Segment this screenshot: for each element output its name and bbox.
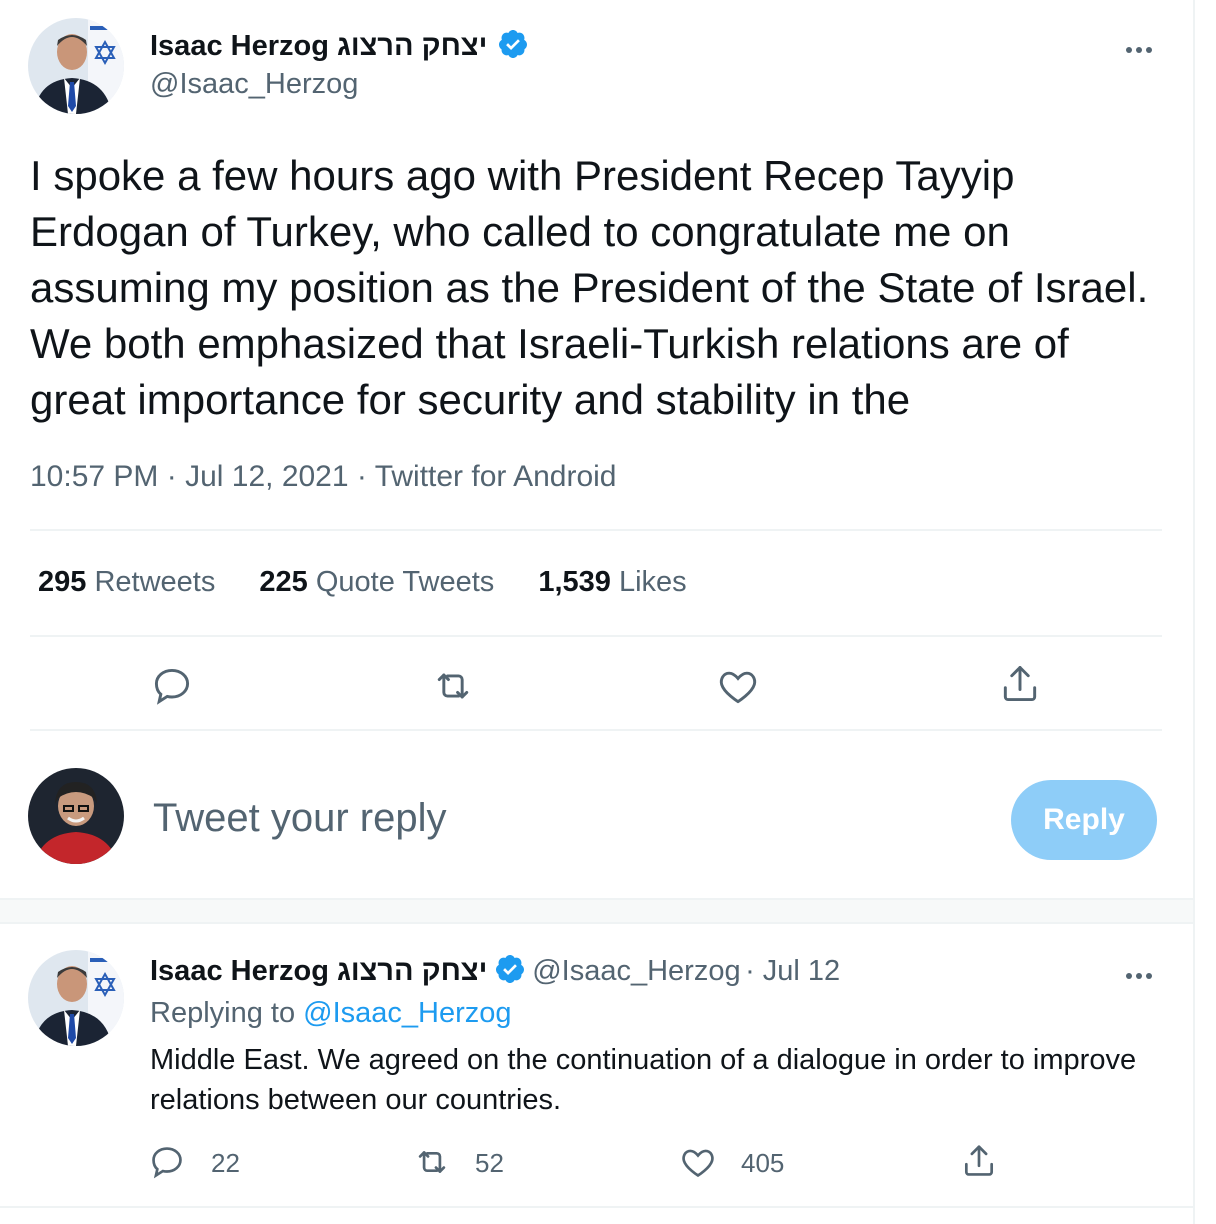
likes-label: Likes <box>618 566 687 598</box>
tweet-source[interactable]: Twitter for Android <box>375 460 617 493</box>
share-icon[interactable] <box>998 662 1042 706</box>
tweet-meta: 10:57 PM · Jul 12, 2021 · Twitter for An… <box>30 460 617 493</box>
reply-count: 22 <box>211 1148 240 1178</box>
verified-badge-icon <box>499 30 528 58</box>
thread-tweet-text: Middle East. We agreed on the continuati… <box>150 1044 1137 1116</box>
author-name-text: Isaac Herzog יצחק הרצוג <box>150 30 488 62</box>
replying-to-label: Replying to <box>150 997 296 1029</box>
more-icon[interactable] <box>1124 966 1164 986</box>
retweets-label: Retweets <box>94 566 216 598</box>
author-handle[interactable]: @Isaac_Herzog <box>150 68 358 101</box>
likes-stat[interactable]: 1,539 Likes <box>538 566 686 599</box>
share-icon[interactable] <box>960 1142 998 1180</box>
replying-to-link[interactable]: @Isaac_Herzog <box>303 997 511 1029</box>
section-separator <box>0 898 1193 924</box>
retweet-count: 52 <box>475 1148 504 1178</box>
retweet-icon[interactable] <box>430 664 476 708</box>
author-avatar[interactable] <box>28 18 124 114</box>
reply-button[interactable]: Reply <box>1011 780 1157 860</box>
tweet-stats: 295 Retweets 225 Quote Tweets 1,539 Like… <box>38 566 723 599</box>
divider <box>30 635 1162 637</box>
tweet-date[interactable]: Jul 12, 2021 <box>185 460 348 493</box>
retweets-count: 295 <box>38 566 87 598</box>
tweet-time[interactable]: 10:57 PM <box>30 460 158 493</box>
more-icon[interactable] <box>1124 40 1164 60</box>
divider <box>30 529 1162 531</box>
reply-input[interactable]: Tweet your reply <box>153 796 446 841</box>
quotes-stat[interactable]: 225 Quote Tweets <box>259 566 494 599</box>
retweets-stat[interactable]: 295 Retweets <box>38 566 215 599</box>
user-avatar[interactable] <box>28 768 124 864</box>
thread-date[interactable]: · Jul 12 <box>745 955 840 987</box>
replying-to: Replying to @Isaac_Herzog <box>150 997 512 1030</box>
reply-icon[interactable] <box>148 1143 186 1181</box>
quotes-count: 225 <box>259 566 308 598</box>
reply-icon[interactable] <box>150 664 194 708</box>
like-icon[interactable] <box>678 1143 718 1181</box>
verified-badge-icon <box>495 955 524 983</box>
like-icon[interactable] <box>715 664 761 708</box>
tweet-text: I spoke a few hours ago with President R… <box>30 152 1149 423</box>
thread-author-handle[interactable]: @Isaac_Herzog <box>532 955 740 987</box>
divider <box>30 729 1162 731</box>
like-count: 405 <box>741 1148 785 1178</box>
tweet-detail-panel: Isaac Herzog יצחק הרצוג @Isaac_Herzog I … <box>0 0 1195 1224</box>
divider <box>0 1206 1193 1208</box>
quotes-label: Quote Tweets <box>315 566 495 598</box>
author-name[interactable]: Isaac Herzog יצחק הרצוג <box>150 28 529 63</box>
thread-header: Isaac Herzog יצחק הרצוג @Isaac_Herzog · … <box>150 953 840 988</box>
retweet-icon[interactable] <box>412 1143 452 1181</box>
thread-author-avatar[interactable] <box>28 950 124 1046</box>
thread-author-name[interactable]: Isaac Herzog יצחק הרצוג <box>150 955 487 987</box>
likes-count: 1,539 <box>538 566 611 598</box>
